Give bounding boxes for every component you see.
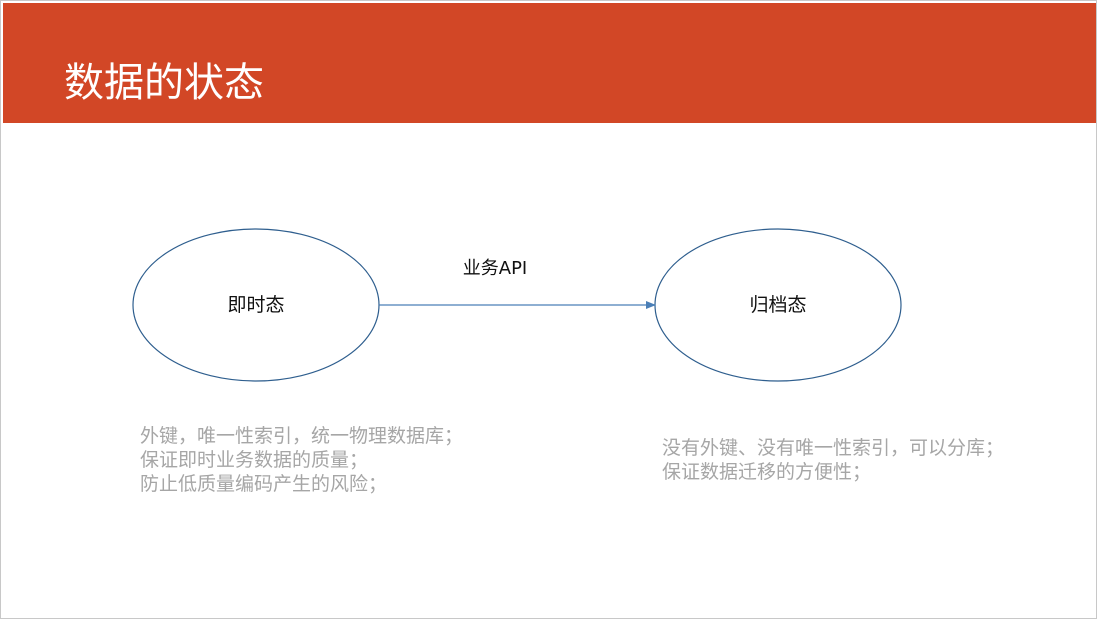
archived-notes: 没有外键、没有唯一性索引，可以分库； 保证数据迁移的方便性； <box>662 436 1004 484</box>
realtime-state-label: 即时态 <box>227 294 285 316</box>
transition-label: 业务API <box>462 258 528 279</box>
note-line: 没有外键、没有唯一性索引，可以分库； <box>662 437 1005 459</box>
note-line: 保证数据迁移的方便性； <box>662 461 872 483</box>
note-line: 保证即时业务数据的质量； <box>140 449 369 471</box>
note-line: 防止低质量编码产生的风险； <box>140 473 388 495</box>
note-line: 外键，唯一性索引，统一物理数据库； <box>140 425 464 447</box>
archived-state-label: 归档态 <box>749 294 807 316</box>
realtime-notes: 外键，唯一性索引，统一物理数据库； 保证即时业务数据的质量； 防止低质量编码产生… <box>140 424 463 496</box>
state-diagram <box>132 228 902 382</box>
